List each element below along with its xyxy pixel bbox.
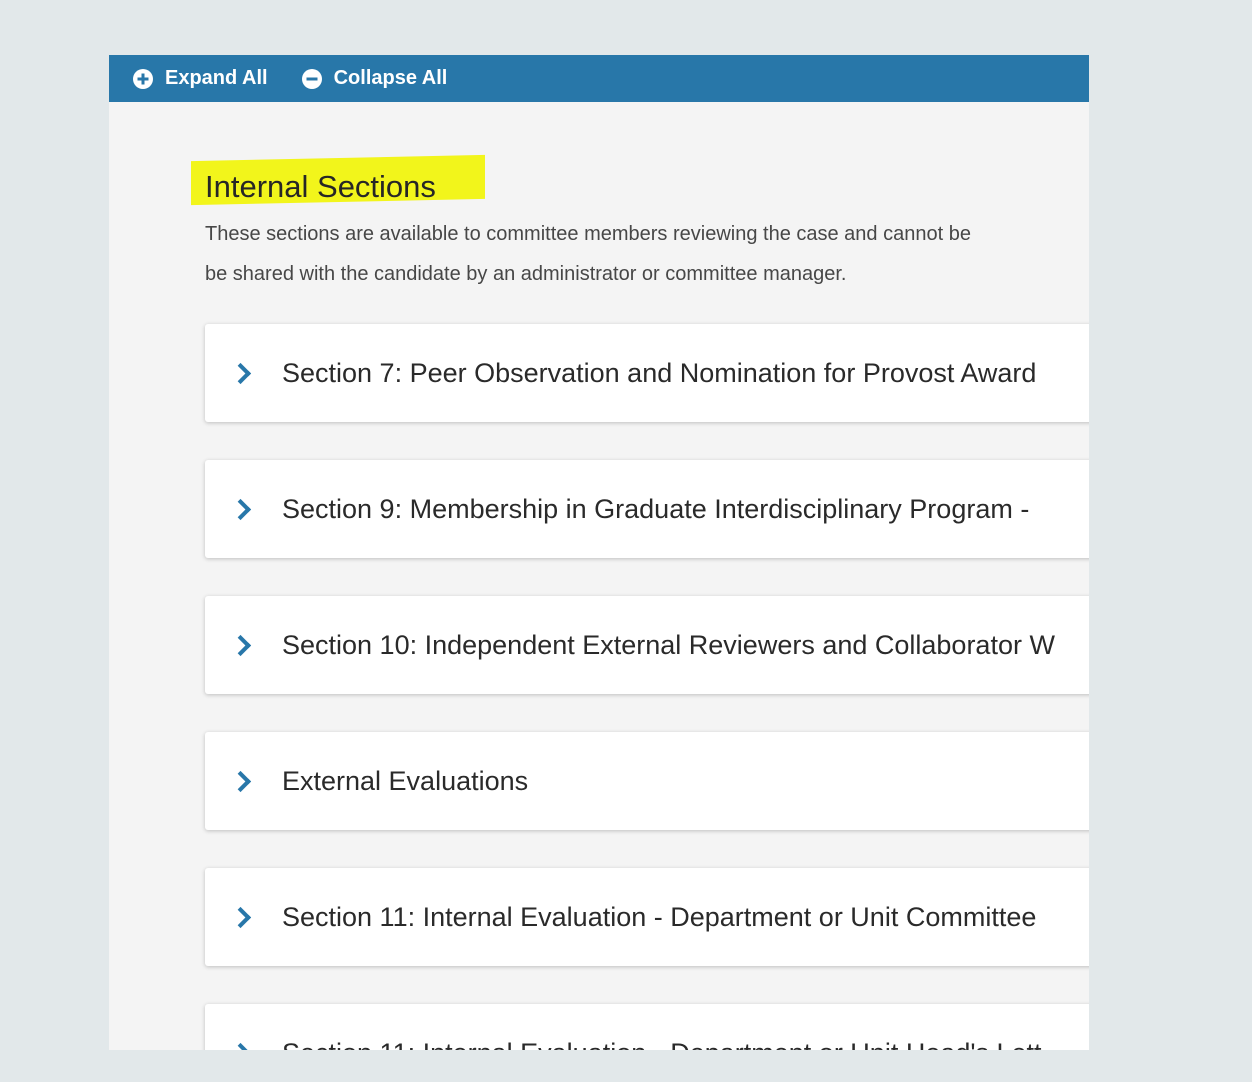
minus-circle-icon (301, 68, 322, 89)
internal-sections-heading: Internal Sections (205, 169, 436, 204)
section-title: Section 9: Membership in Graduate Interd… (282, 493, 1030, 524)
heading-wrap: Internal Sections (191, 154, 485, 208)
section-item-11-head-letter[interactable]: Section 11: Internal Evaluation - Depart… (205, 1004, 1089, 1050)
expand-all-label: Expand All (165, 67, 268, 89)
chevron-right-icon (229, 906, 252, 928)
case-sections-panel: Expand All Collapse All Internal Section… (109, 55, 1089, 1050)
expand-all-button[interactable]: Expand All (133, 67, 268, 90)
section-item-external-evaluations[interactable]: External Evaluations (205, 732, 1089, 830)
section-title: Section 11: Internal Evaluation - Depart… (282, 901, 1037, 932)
section-title: External Evaluations (282, 765, 529, 796)
chevron-right-icon (229, 362, 252, 384)
collapse-all-label: Collapse All (333, 67, 448, 89)
section-title: Section 7: Peer Observation and Nominati… (282, 357, 1037, 388)
chevron-right-icon (229, 634, 252, 656)
internal-sections-description: These sections are available to committe… (205, 214, 1089, 294)
toolbar: Expand All Collapse All (109, 55, 1089, 102)
section-title: Section 10: Independent External Reviewe… (282, 629, 1055, 660)
section-item-10[interactable]: Section 10: Independent External Reviewe… (205, 596, 1089, 694)
chevron-right-icon (229, 1042, 252, 1050)
chevron-right-icon (229, 770, 252, 792)
section-item-9[interactable]: Section 9: Membership in Graduate Interd… (205, 460, 1089, 558)
plus-circle-icon (133, 68, 153, 89)
section-list: Section 7: Peer Observation and Nominati… (205, 324, 1089, 1050)
internal-sections-content: Internal Sections These sections are ava… (109, 102, 1089, 1050)
section-title: Section 11: Internal Evaluation - Depart… (282, 1038, 1042, 1051)
chevron-right-icon (229, 498, 252, 520)
section-item-7[interactable]: Section 7: Peer Observation and Nominati… (205, 324, 1089, 422)
section-item-11-committee[interactable]: Section 11: Internal Evaluation - Depart… (205, 868, 1089, 966)
description-line-2: be shared with the candidate by an admin… (205, 263, 847, 285)
description-line-1: These sections are available to committe… (205, 223, 971, 245)
collapse-all-button[interactable]: Collapse All (301, 67, 448, 90)
